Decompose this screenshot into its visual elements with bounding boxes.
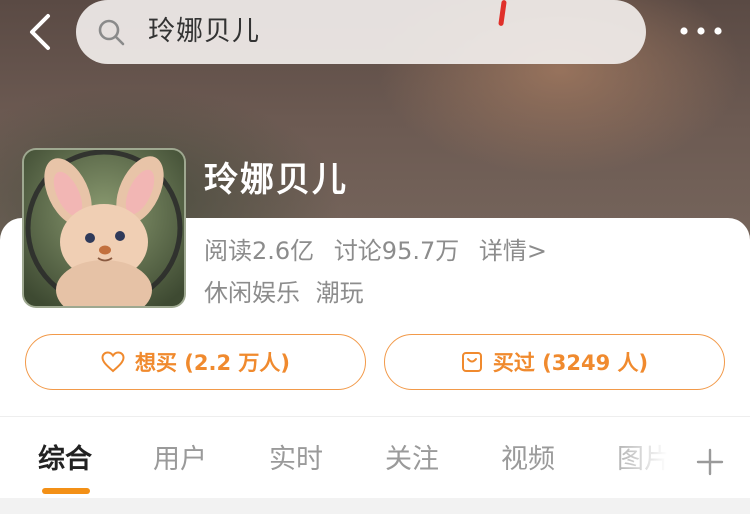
- want-to-buy-button[interactable]: 想买 (2.2 万人): [25, 334, 366, 390]
- discussion-count: 讨论95.7万: [333, 237, 460, 265]
- tab-realtime[interactable]: 实时: [269, 440, 323, 480]
- want-to-buy-label: 想买 (2.2 万人): [134, 351, 291, 375]
- active-tab-indicator: [42, 488, 90, 494]
- topic-title: 玲娜贝儿: [204, 160, 348, 200]
- back-button[interactable]: [22, 12, 62, 52]
- tabs-overflow-fade: [600, 430, 690, 490]
- plus-icon: [696, 448, 724, 476]
- details-link[interactable]: 详情>: [479, 237, 547, 265]
- tab-following[interactable]: 关注: [385, 440, 439, 480]
- content-area-top: [0, 498, 750, 514]
- tag-item[interactable]: 休闲娱乐: [204, 279, 300, 307]
- tab-users[interactable]: 用户: [153, 440, 207, 480]
- tab-comprehensive[interactable]: 综合: [38, 440, 92, 480]
- heart-icon: [101, 351, 125, 373]
- tab-videos[interactable]: 视频: [501, 440, 555, 480]
- topic-avatar[interactable]: [22, 148, 186, 308]
- topic-tags: 休闲娱乐 潮玩: [204, 276, 372, 310]
- section-divider: [0, 416, 750, 417]
- topic-stats: 阅读2.6亿 讨论95.7万 详情>: [204, 234, 559, 268]
- tab-bar: 综合 用户 实时 关注 视频 图片: [0, 430, 750, 494]
- read-count: 阅读2.6亿: [204, 237, 315, 265]
- shopping-bag-icon: [461, 352, 482, 372]
- plush-fox-avatar-image: [24, 150, 184, 306]
- more-dots-icon: [680, 27, 722, 35]
- search-bar[interactable]: 玲娜贝儿: [76, 0, 646, 64]
- add-tab-button[interactable]: [694, 446, 726, 478]
- tag-item[interactable]: 潮玩: [316, 279, 364, 307]
- search-icon: [98, 19, 125, 46]
- bought-button[interactable]: 买过 (3249 人): [384, 334, 725, 390]
- more-button[interactable]: [676, 18, 726, 44]
- chevron-left-icon: [30, 14, 50, 50]
- bought-label: 买过 (3249 人): [492, 351, 649, 375]
- search-query[interactable]: 玲娜贝儿: [148, 16, 260, 48]
